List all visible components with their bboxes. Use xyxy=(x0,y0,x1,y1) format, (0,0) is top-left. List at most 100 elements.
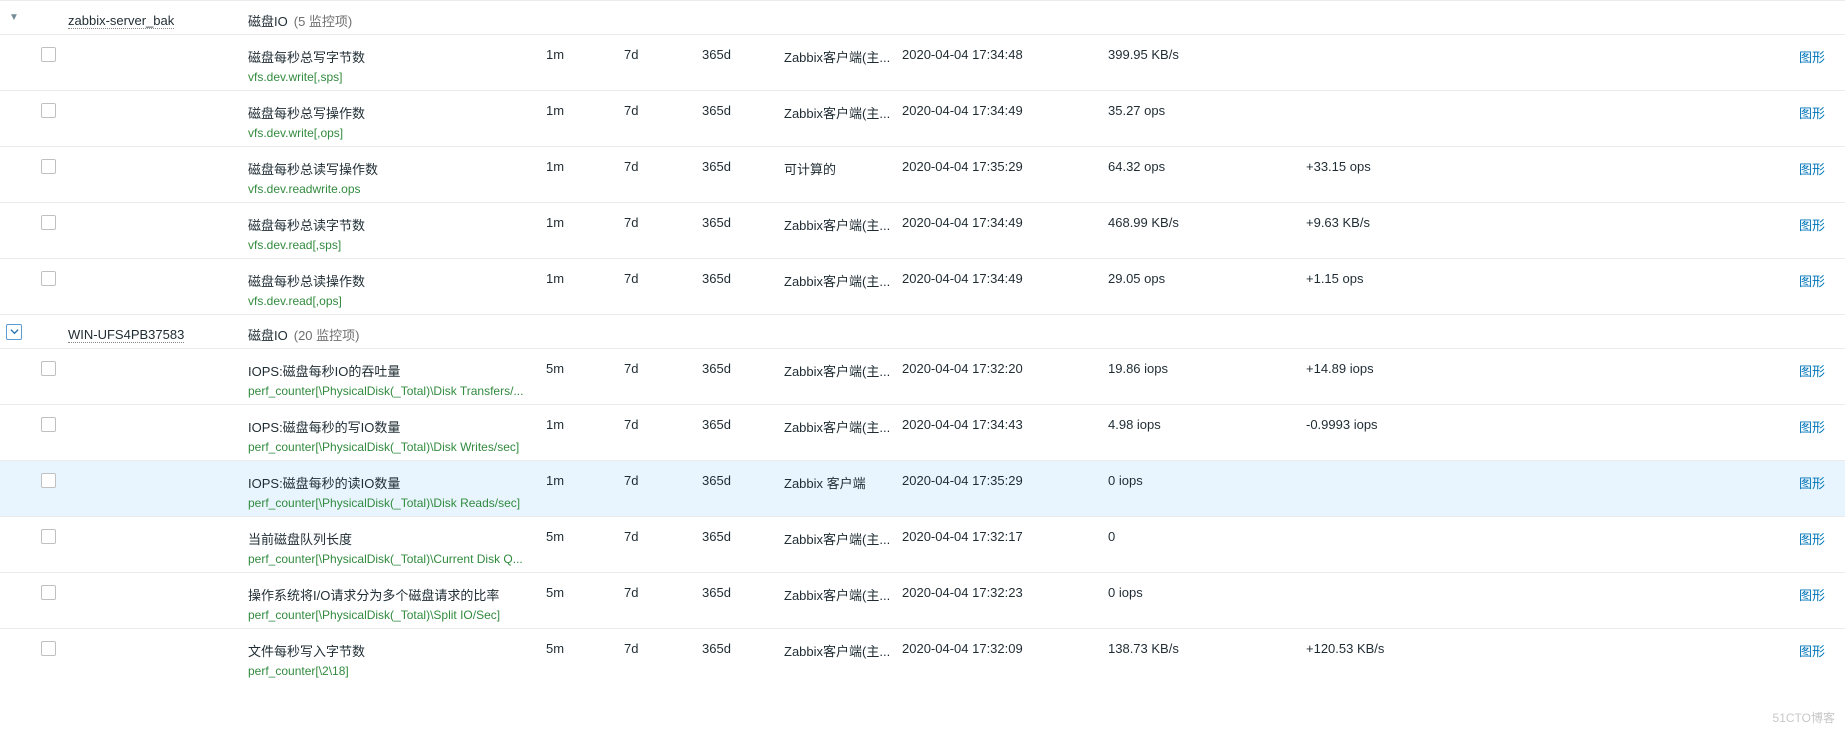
history-cell: 7d xyxy=(624,153,702,174)
item-name: 磁盘每秒总读写操作数 xyxy=(248,159,546,178)
row-checkbox[interactable] xyxy=(41,641,56,656)
trends-cell: 365d xyxy=(702,153,784,174)
trends-cell: 365d xyxy=(702,355,784,376)
change-cell xyxy=(1306,41,1458,47)
expand-toggle[interactable] xyxy=(6,324,22,340)
table-row: 磁盘每秒总读操作数 vfs.dev.read[,ops] 1m 7d 365d … xyxy=(0,258,1845,314)
trends-cell: 365d xyxy=(702,97,784,118)
table-row: 操作系统将I/O请求分为多个磁盘请求的比率 perf_counter[\Phys… xyxy=(0,572,1845,628)
row-checkbox[interactable] xyxy=(41,585,56,600)
host-link[interactable]: WIN-UFS4PB37583 xyxy=(68,327,184,343)
graph-link[interactable]: 图形 xyxy=(1799,162,1825,177)
item-name: 当前磁盘队列长度 xyxy=(248,529,546,548)
expand-toggle[interactable]: ▼ xyxy=(6,12,22,23)
row-checkbox[interactable] xyxy=(41,361,56,376)
table-row: IOPS:磁盘每秒的写IO数量 perf_counter[\PhysicalDi… xyxy=(0,404,1845,460)
lastvalue-cell: 0 iops xyxy=(1108,579,1306,600)
item-key[interactable]: vfs.dev.write[,sps] xyxy=(248,70,538,84)
lastcheck-cell: 2020-04-04 17:32:17 xyxy=(902,523,1108,544)
graph-link[interactable]: 图形 xyxy=(1799,218,1825,233)
graph-link[interactable]: 图形 xyxy=(1799,274,1825,289)
interval-cell: 1m xyxy=(546,467,624,488)
graph-link[interactable]: 图形 xyxy=(1799,588,1825,603)
graph-link[interactable]: 图形 xyxy=(1799,106,1825,121)
lastcheck-cell: 2020-04-04 17:35:29 xyxy=(902,153,1108,174)
graph-link[interactable]: 图形 xyxy=(1799,644,1825,659)
item-key[interactable]: vfs.dev.write[,ops] xyxy=(248,126,538,140)
type-cell: Zabbix客户端(主... xyxy=(784,41,902,66)
row-checkbox[interactable] xyxy=(41,417,56,432)
row-checkbox[interactable] xyxy=(41,271,56,286)
lastcheck-cell: 2020-04-04 17:35:29 xyxy=(902,467,1108,488)
interval-cell: 1m xyxy=(546,41,624,62)
history-cell: 7d xyxy=(624,209,702,230)
item-name: IOPS:磁盘每秒IO的吞吐量 xyxy=(248,361,546,380)
item-key[interactable]: vfs.dev.read[,sps] xyxy=(248,238,538,252)
row-checkbox[interactable] xyxy=(41,159,56,174)
item-count: (20 监控项) xyxy=(294,325,360,344)
item-name: 磁盘每秒总读操作数 xyxy=(248,271,546,290)
change-cell xyxy=(1306,579,1458,585)
change-cell: +9.63 KB/s xyxy=(1306,209,1458,230)
graph-link[interactable]: 图形 xyxy=(1799,476,1825,491)
change-cell xyxy=(1306,97,1458,103)
item-key[interactable]: perf_counter[\PhysicalDisk(_Total)\Curre… xyxy=(248,552,538,566)
table-row: IOPS:磁盘每秒IO的吞吐量 perf_counter[\PhysicalDi… xyxy=(0,348,1845,404)
type-cell: Zabbix客户端(主... xyxy=(784,209,902,234)
item-key[interactable]: perf_counter[\PhysicalDisk(_Total)\Disk … xyxy=(248,440,538,454)
type-cell: Zabbix 客户端 xyxy=(784,467,902,492)
item-key[interactable]: perf_counter[\2\18] xyxy=(248,664,538,678)
trends-cell: 365d xyxy=(702,209,784,230)
trends-cell: 365d xyxy=(702,467,784,488)
change-cell: +33.15 ops xyxy=(1306,153,1458,174)
trends-cell: 365d xyxy=(702,579,784,600)
interval-cell: 5m xyxy=(546,355,624,376)
type-cell: Zabbix客户端(主... xyxy=(784,97,902,122)
lastcheck-cell: 2020-04-04 17:32:20 xyxy=(902,355,1108,376)
table-row: 磁盘每秒总读字节数 vfs.dev.read[,sps] 1m 7d 365d … xyxy=(0,202,1845,258)
item-name: 磁盘每秒总读字节数 xyxy=(248,215,546,234)
item-key[interactable]: vfs.dev.readwrite.ops xyxy=(248,182,538,196)
interval-cell: 1m xyxy=(546,153,624,174)
row-checkbox[interactable] xyxy=(41,215,56,230)
lastvalue-cell: 19.86 iops xyxy=(1108,355,1306,376)
table-row: 磁盘每秒总写操作数 vfs.dev.write[,ops] 1m 7d 365d… xyxy=(0,90,1845,146)
item-name: IOPS:磁盘每秒的读IO数量 xyxy=(248,473,546,492)
item-key[interactable]: perf_counter[\PhysicalDisk(_Total)\Disk … xyxy=(248,384,538,398)
lastcheck-cell: 2020-04-04 17:34:48 xyxy=(902,41,1108,62)
interval-cell: 1m xyxy=(546,209,624,230)
history-cell: 7d xyxy=(624,523,702,544)
graph-link[interactable]: 图形 xyxy=(1799,420,1825,435)
type-cell: Zabbix客户端(主... xyxy=(784,355,902,380)
item-key[interactable]: perf_counter[\PhysicalDisk(_Total)\Disk … xyxy=(248,496,538,510)
history-cell: 7d xyxy=(624,579,702,600)
type-cell: Zabbix客户端(主... xyxy=(784,265,902,290)
application-name: 磁盘IO xyxy=(248,11,288,30)
row-checkbox[interactable] xyxy=(41,529,56,544)
history-cell: 7d xyxy=(624,635,702,656)
row-checkbox[interactable] xyxy=(41,103,56,118)
row-checkbox[interactable] xyxy=(41,47,56,62)
interval-cell: 1m xyxy=(546,265,624,286)
graph-link[interactable]: 图形 xyxy=(1799,532,1825,547)
host-link[interactable]: zabbix-server_bak xyxy=(68,13,174,29)
interval-cell: 5m xyxy=(546,635,624,656)
history-cell: 7d xyxy=(624,97,702,118)
history-cell: 7d xyxy=(624,265,702,286)
item-name: 磁盘每秒总写操作数 xyxy=(248,103,546,122)
graph-link[interactable]: 图形 xyxy=(1799,50,1825,65)
item-key[interactable]: perf_counter[\PhysicalDisk(_Total)\Split… xyxy=(248,608,538,622)
lastvalue-cell: 35.27 ops xyxy=(1108,97,1306,118)
table-row: 磁盘每秒总读写操作数 vfs.dev.readwrite.ops 1m 7d 3… xyxy=(0,146,1845,202)
lastvalue-cell: 0 xyxy=(1108,523,1306,544)
interval-cell: 5m xyxy=(546,579,624,600)
lastcheck-cell: 2020-04-04 17:34:43 xyxy=(902,411,1108,432)
lastvalue-cell: 4.98 iops xyxy=(1108,411,1306,432)
interval-cell: 5m xyxy=(546,523,624,544)
row-checkbox[interactable] xyxy=(41,473,56,488)
change-cell: +1.15 ops xyxy=(1306,265,1458,286)
change-cell xyxy=(1306,467,1458,473)
graph-link[interactable]: 图形 xyxy=(1799,364,1825,379)
item-key[interactable]: vfs.dev.read[,ops] xyxy=(248,294,538,308)
lastvalue-cell: 29.05 ops xyxy=(1108,265,1306,286)
